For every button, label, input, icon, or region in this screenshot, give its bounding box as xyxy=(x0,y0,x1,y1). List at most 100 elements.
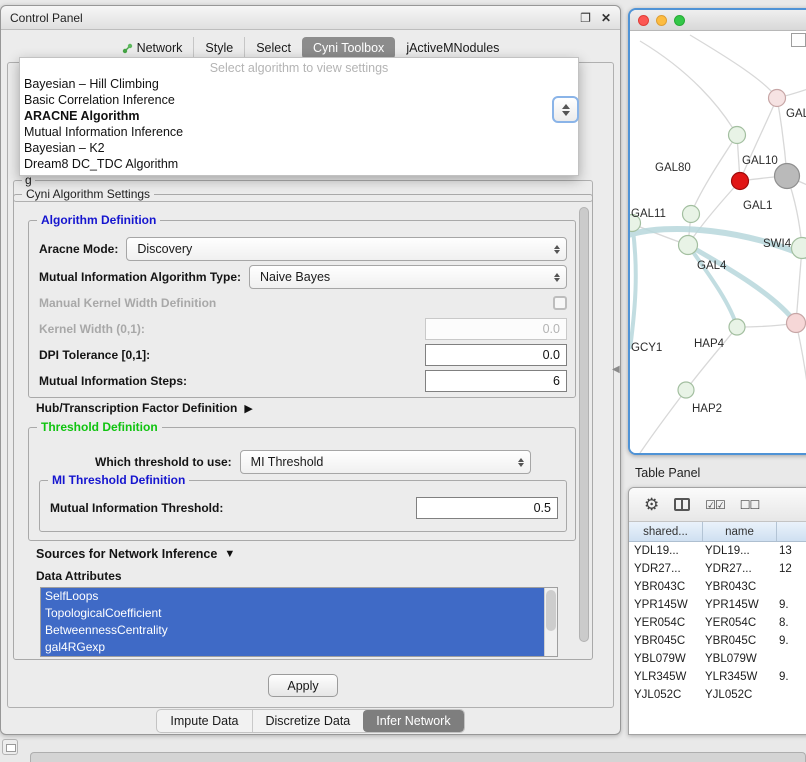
network-tab-icon xyxy=(122,43,133,54)
tab-impute-data[interactable]: Impute Data xyxy=(157,710,251,732)
mi-threshold-legend: MI Threshold Definition xyxy=(48,473,189,487)
deselect-all-checkboxes-icon[interactable]: ☐☐ xyxy=(740,498,760,512)
threshold-definition-group: Threshold Definition Which threshold to … xyxy=(28,427,576,541)
table-row[interactable]: YER054CYER054C8. xyxy=(629,614,806,632)
table-header: shared... name xyxy=(629,522,806,542)
node-hap2[interactable] xyxy=(678,382,694,398)
threshold-definition-legend: Threshold Definition xyxy=(37,420,162,434)
network-window-titlebar xyxy=(630,10,806,31)
column-header-name[interactable]: name xyxy=(703,522,777,541)
algorithm-option-mutual-information[interactable]: Mutual Information Inference xyxy=(20,124,578,140)
table-row[interactable]: YBR043CYBR043C xyxy=(629,578,806,596)
hub-factor-expander[interactable]: Hub/Transcription Factor Definition ▶ xyxy=(36,401,253,415)
window-title: Control Panel xyxy=(10,11,83,25)
float-window-icon[interactable]: ❐ xyxy=(580,12,591,24)
manual-kernel-label: Manual Kernel Width Definition xyxy=(39,296,216,310)
table-row[interactable]: YJL052CYJL052C xyxy=(629,686,806,704)
node-hap4[interactable] xyxy=(729,319,745,335)
node-label: GAL xyxy=(786,108,806,120)
panel-collapse-icon[interactable]: ◀ xyxy=(612,364,620,375)
aracne-mode-combobox[interactable]: Discovery xyxy=(126,237,567,261)
kernel-width-field: 0.0 xyxy=(425,318,567,340)
column-header-shared[interactable]: shared... xyxy=(629,522,703,541)
algorithm-option-aracne[interactable]: ARACNE Algorithm xyxy=(20,108,578,124)
table-row[interactable]: YLR345WYLR345W9. xyxy=(629,668,806,686)
algorithm-dropdown-popup: Select algorithm to view settings Bayesi… xyxy=(19,57,579,176)
dpi-tolerance-label: DPI Tolerance [0,1]: xyxy=(39,348,150,362)
mi-type-combobox[interactable]: Naive Bayes xyxy=(249,265,567,289)
node-label: GCY1 xyxy=(631,342,662,354)
mi-threshold-field[interactable]: 0.5 xyxy=(416,497,558,519)
table-row[interactable]: YBL079WYBL079W xyxy=(629,650,806,668)
table-row[interactable]: YPR145WYPR145W9. xyxy=(629,596,806,614)
minimize-traffic-light-icon[interactable] xyxy=(656,15,667,26)
close-icon[interactable]: ✕ xyxy=(601,12,611,24)
node-label: GAL4 xyxy=(697,260,727,272)
list-item-topologicalcoefficient[interactable]: TopologicalCoefficient xyxy=(41,605,544,622)
algorithm-definition-legend: Algorithm Definition xyxy=(37,213,160,227)
table-row[interactable]: YDR27...YDR27...12 xyxy=(629,560,806,578)
node-swi4[interactable] xyxy=(792,238,806,259)
tab-infer-network[interactable]: Infer Network xyxy=(363,710,463,732)
bottom-status-bar xyxy=(30,752,806,762)
table-body: YDL19...YDL19...13 YDR27...YDR27...12 YB… xyxy=(629,542,806,735)
bottom-tabstrip: Impute Data Discretize Data Infer Networ… xyxy=(1,709,620,733)
combobox-arrows-icon[interactable] xyxy=(552,96,579,123)
select-all-checkboxes-icon[interactable]: ☑☑ xyxy=(705,498,725,512)
which-threshold-label: Which threshold to use: xyxy=(95,455,232,469)
tab-style[interactable]: Style xyxy=(193,37,244,59)
node-label: HAP2 xyxy=(692,403,722,415)
zoom-traffic-light-icon[interactable] xyxy=(674,15,685,26)
node-pink-top[interactable] xyxy=(769,90,786,107)
scrollbar-thumb[interactable] xyxy=(579,207,589,642)
tab-network[interactable]: Network xyxy=(111,37,194,59)
mi-steps-field[interactable]: 6 xyxy=(425,370,567,392)
gear-icon[interactable]: ⚙ xyxy=(644,495,659,515)
node-label: HAP4 xyxy=(694,338,725,350)
column-header-extra[interactable] xyxy=(777,522,806,541)
attributes-scrollbar[interactable] xyxy=(544,588,557,656)
scrollbar-thumb[interactable] xyxy=(546,590,556,631)
dpi-tolerance-field[interactable]: 0.0 xyxy=(425,344,567,366)
mi-steps-label: Mutual Information Steps: xyxy=(39,374,187,388)
node-label: GAL11 xyxy=(631,208,666,220)
tab-cyni-toolbox[interactable]: Cyni Toolbox xyxy=(302,37,395,59)
node-gray-large[interactable] xyxy=(775,164,800,189)
table-row[interactable]: YDL19...YDL19...13 xyxy=(629,542,806,560)
restore-panel-button[interactable] xyxy=(2,739,18,755)
birdseye-toggle[interactable] xyxy=(791,33,806,47)
data-attributes-label: Data Attributes xyxy=(36,569,122,583)
node-gal1[interactable] xyxy=(683,206,700,223)
settings-scrollbar[interactable] xyxy=(579,203,589,651)
sources-expander[interactable]: Sources for Network Inference ▼ xyxy=(36,547,235,561)
data-attributes-list: SelfLoops TopologicalCoefficient Between… xyxy=(40,587,558,657)
tab-jactivemnodules[interactable]: jActiveMNodules xyxy=(395,37,510,59)
node-gal4[interactable] xyxy=(679,236,698,255)
network-canvas[interactable]: GAL GAL80 GAL10 GAL11 GAL1 SWI4 GAL4 GCY… xyxy=(630,31,806,453)
settings-legend: Cyni Algorithm Settings xyxy=(22,187,154,201)
algorithm-option-dream8[interactable]: Dream8 DC_TDC Algorithm xyxy=(20,156,578,172)
table-row[interactable]: YBR045CYBR045C9. xyxy=(629,632,806,650)
list-item-betweennesscentrality[interactable]: BetweennessCentrality xyxy=(41,622,544,639)
algorithm-option-basic-correlation[interactable]: Basic Correlation Inference xyxy=(20,92,578,108)
mi-threshold-label: Mutual Information Threshold: xyxy=(50,501,223,515)
list-item-selfloops[interactable]: SelfLoops xyxy=(41,588,544,605)
close-traffic-light-icon[interactable] xyxy=(638,15,649,26)
algorithm-option-bayesian-k2[interactable]: Bayesian – K2 xyxy=(20,140,578,156)
which-threshold-combobox[interactable]: MI Threshold xyxy=(240,450,531,474)
chevron-down-icon: ▼ xyxy=(224,548,235,560)
list-item-gal4rgexp[interactable]: gal4RGexp xyxy=(41,639,544,656)
sources-label: Sources for Network Inference xyxy=(36,547,217,561)
column-selector-icon[interactable] xyxy=(674,498,690,511)
node-label: SWI4 xyxy=(763,238,792,250)
combobox-arrows-icon xyxy=(554,273,560,282)
node-pink-right[interactable] xyxy=(787,314,806,333)
tab-discretize-data[interactable]: Discretize Data xyxy=(252,710,364,732)
tab-select[interactable]: Select xyxy=(244,37,302,59)
network-view-window: GAL GAL80 GAL10 GAL11 GAL1 SWI4 GAL4 GCY… xyxy=(628,8,806,455)
node-green-top[interactable] xyxy=(729,127,746,144)
table-panel-window: ⚙ ☑☑ ☐☐ shared... name YDL19...YDL19...1… xyxy=(628,487,806,735)
node-red-gal10[interactable] xyxy=(732,173,749,190)
apply-button[interactable]: Apply xyxy=(268,674,338,697)
algorithm-option-bayesian-hill-climbing[interactable]: Bayesian – Hill Climbing xyxy=(20,76,578,92)
